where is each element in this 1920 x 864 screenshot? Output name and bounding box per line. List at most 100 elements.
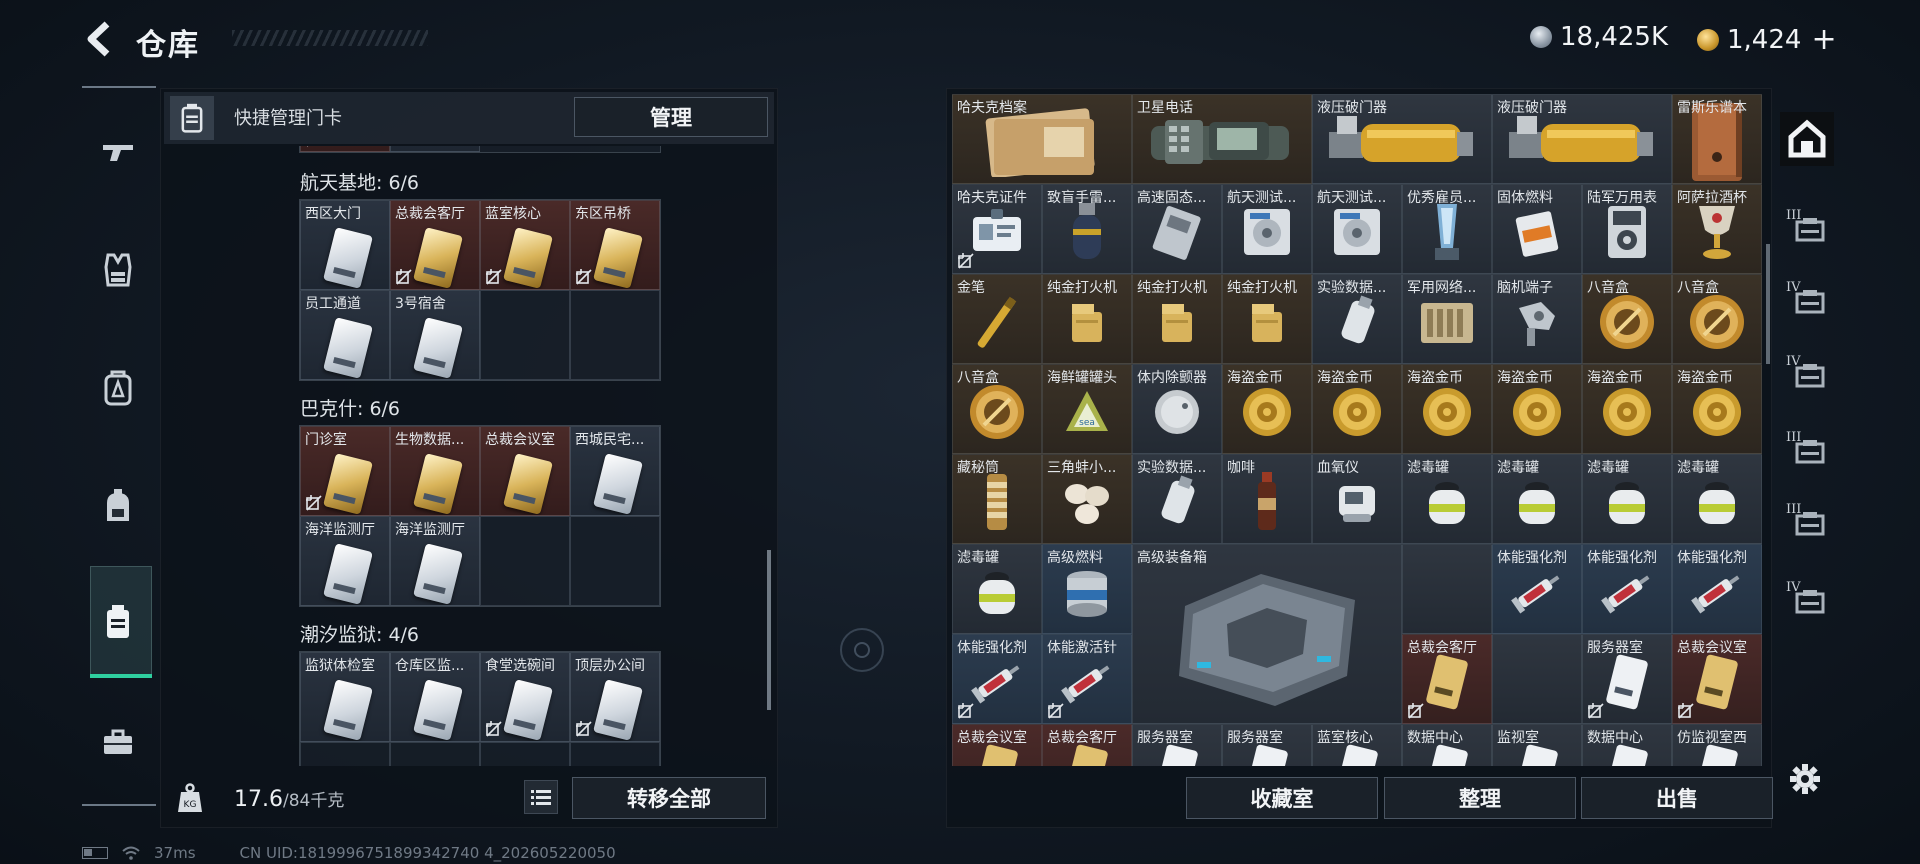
storage-expansion-tab-3[interactable]: III xyxy=(1780,200,1834,254)
inventory-item[interactable]: 总裁会客厅 xyxy=(1042,724,1132,766)
rail-item-chest-rig[interactable] xyxy=(90,360,146,416)
inventory-item[interactable]: 航天测试... xyxy=(1222,184,1312,274)
storage-expansion-tab-4a[interactable]: IV xyxy=(1780,272,1834,326)
inventory-item[interactable]: 固体燃料 xyxy=(1492,184,1582,274)
inventory-item[interactable]: 高级装备箱 xyxy=(1132,544,1402,724)
inventory-item[interactable]: 金笔 xyxy=(952,274,1042,364)
keycard-slot[interactable]: 员工通道 xyxy=(300,290,390,380)
inventory-item[interactable]: 服务器室 xyxy=(1582,634,1672,724)
keycard-slot[interactable]: 总裁会客厅 xyxy=(390,200,480,290)
inventory-item[interactable]: 航天测试... xyxy=(1312,184,1402,274)
add-currency-icon[interactable]: + xyxy=(1811,22,1836,57)
inventory-item[interactable]: 体能强化剂 xyxy=(1672,544,1762,634)
inventory-item[interactable]: 数据中心 xyxy=(1402,724,1492,766)
keycard-slot[interactable]: 顶层办公间 xyxy=(570,652,660,742)
inventory-item[interactable]: 高速固态... xyxy=(1132,184,1222,274)
inventory-item[interactable]: 哈夫克证件 xyxy=(952,184,1042,274)
gold-currency[interactable]: 1,424 + xyxy=(1697,22,1837,57)
keycard-slot[interactable]: 食堂选碗间 xyxy=(480,652,570,742)
inventory-item[interactable]: 海盗金币 xyxy=(1312,364,1402,454)
inventory-item[interactable]: 体内除颤器 xyxy=(1132,364,1222,454)
list-view-button[interactable] xyxy=(524,780,558,814)
inventory-item[interactable]: 滤毒罐 xyxy=(1492,454,1582,544)
inventory-item[interactable]: 体能激活针 xyxy=(1042,634,1132,724)
inventory-item[interactable]: 咖啡 xyxy=(1222,454,1312,544)
rail-item-keycard-case[interactable] xyxy=(90,594,146,650)
warehouse-grid[interactable]: 哈夫克档案 卫星电话 液压破门器 液压破门器 雷斯乐谱本 哈夫克证件 致盲手雷... 高速固态… xyxy=(952,94,1762,766)
inventory-item[interactable]: 总裁会客厅 xyxy=(1402,634,1492,724)
inventory-item[interactable]: 高级燃料 xyxy=(1042,544,1132,634)
collection-room-button[interactable]: 收藏室 xyxy=(1186,777,1378,819)
inventory-item[interactable]: 海盗金币 xyxy=(1672,364,1762,454)
storage-expansion-tab-3c[interactable]: III xyxy=(1780,494,1834,548)
keycard-slot[interactable]: 蓝室核心 xyxy=(480,200,570,290)
inventory-item[interactable]: 海盗金币 xyxy=(1492,364,1582,454)
rail-item-backpack[interactable] xyxy=(90,478,146,534)
inventory-item[interactable]: 海鲜罐罐头 sea xyxy=(1042,364,1132,454)
inventory-item[interactable]: 滤毒罐 xyxy=(1672,454,1762,544)
inventory-item[interactable]: 体能强化剂 xyxy=(1492,544,1582,634)
keycard-slot[interactable]: 监狱体检室 xyxy=(300,652,390,742)
inventory-item[interactable]: 军用网络... xyxy=(1402,274,1492,364)
inventory-item[interactable]: 海盗金币 xyxy=(1582,364,1672,454)
inventory-item[interactable]: 八音盒 xyxy=(1582,274,1672,364)
keycard-slot[interactable] xyxy=(300,146,390,152)
inventory-item[interactable]: 监视室 xyxy=(1492,724,1582,766)
inventory-item[interactable]: 优秀雇员... xyxy=(1402,184,1492,274)
rail-item-armor[interactable] xyxy=(90,242,146,298)
inventory-item[interactable]: 纯金打火机 xyxy=(1222,274,1312,364)
inventory-item[interactable]: 仿监视室西 xyxy=(1672,724,1762,766)
inventory-item[interactable]: 海盗金币 xyxy=(1402,364,1492,454)
keycard-slot[interactable]: 海洋监测厅 xyxy=(390,516,480,606)
inventory-item[interactable]: 海盗金币 xyxy=(1222,364,1312,454)
keycard-slot[interactable]: 海洋监测厅 xyxy=(300,516,390,606)
inventory-item[interactable]: 蓝室核心 xyxy=(1312,724,1402,766)
inventory-item[interactable]: 液压破门器 xyxy=(1492,94,1672,184)
keycard-slot[interactable]: 东区吊桥 xyxy=(570,200,660,290)
inventory-item[interactable]: 服务器室 xyxy=(1132,724,1222,766)
inventory-item[interactable]: 雷斯乐谱本 xyxy=(1672,94,1762,184)
inventory-item[interactable]: 滤毒罐 xyxy=(1402,454,1492,544)
transfer-all-button[interactable]: 转移全部 xyxy=(572,777,766,819)
keycard-slot[interactable]: 3号宿舍 xyxy=(390,290,480,380)
inventory-item[interactable]: 脑机端子 xyxy=(1492,274,1582,364)
inventory-item[interactable]: 纯金打火机 xyxy=(1042,274,1132,364)
inventory-item[interactable]: 陆军万用表 xyxy=(1582,184,1672,274)
inventory-item[interactable]: 滤毒罐 xyxy=(1582,454,1672,544)
back-button[interactable] xyxy=(80,18,120,60)
inventory-item[interactable]: 血氧仪 xyxy=(1312,454,1402,544)
keycard-slot[interactable]: 西城民宅... xyxy=(570,426,660,516)
inventory-item[interactable]: 八音盒 xyxy=(952,364,1042,454)
storage-expansion-tab-3b[interactable]: III xyxy=(1780,422,1834,476)
inventory-item[interactable]: 体能强化剂 xyxy=(1582,544,1672,634)
sell-button[interactable]: 出售 xyxy=(1581,777,1773,819)
inventory-item[interactable]: 哈夫克档案 xyxy=(952,94,1132,184)
keycard-slot[interactable]: 总裁会议室 xyxy=(480,426,570,516)
inventory-item[interactable]: 三角蚌小... xyxy=(1042,454,1132,544)
keycard-slot[interactable]: 西区大门 xyxy=(300,200,390,290)
inventory-item[interactable]: 八音盒 xyxy=(1672,274,1762,364)
keycard-list[interactable]: 航天基地: 6/6 西区大门 总裁会客厅 蓝室核心 东区吊桥 员工通道 3号宿舍 巴克什: 6… xyxy=(164,146,770,766)
warehouse-scrollbar[interactable] xyxy=(1766,244,1770,364)
inventory-item[interactable]: 致盲手雷... xyxy=(1042,184,1132,274)
inventory-item[interactable]: 阿萨拉酒杯 xyxy=(1672,184,1762,274)
keycard-slot[interactable] xyxy=(390,146,480,152)
storage-expansion-tab-4c[interactable]: IV xyxy=(1780,572,1834,626)
inventory-item[interactable]: 实验数据... xyxy=(1132,454,1222,544)
inventory-item[interactable]: 体能强化剂 xyxy=(952,634,1042,724)
arrange-button[interactable]: 整理 xyxy=(1384,777,1576,819)
manage-button[interactable]: 管理 xyxy=(574,97,768,137)
inventory-item[interactable]: 卫星电话 xyxy=(1132,94,1312,184)
keycard-slot[interactable]: 门诊室 xyxy=(300,426,390,516)
keycard-list-scrollbar[interactable] xyxy=(767,550,771,710)
inventory-item[interactable]: 滤毒罐 xyxy=(952,544,1042,634)
storage-expansion-tab-4b[interactable]: IV xyxy=(1780,346,1834,400)
inventory-item[interactable]: 服务器室 xyxy=(1222,724,1312,766)
inventory-item[interactable]: 藏秘筒 xyxy=(952,454,1042,544)
rail-item-toolbox[interactable] xyxy=(90,714,146,770)
inventory-item[interactable]: 液压破门器 xyxy=(1312,94,1492,184)
safe-box-tab[interactable] xyxy=(1780,112,1834,166)
keycard-slot[interactable]: 仓库区监... xyxy=(390,652,480,742)
inventory-item[interactable]: 纯金打火机 xyxy=(1132,274,1222,364)
keycard-slot[interactable]: 生物数据... xyxy=(390,426,480,516)
